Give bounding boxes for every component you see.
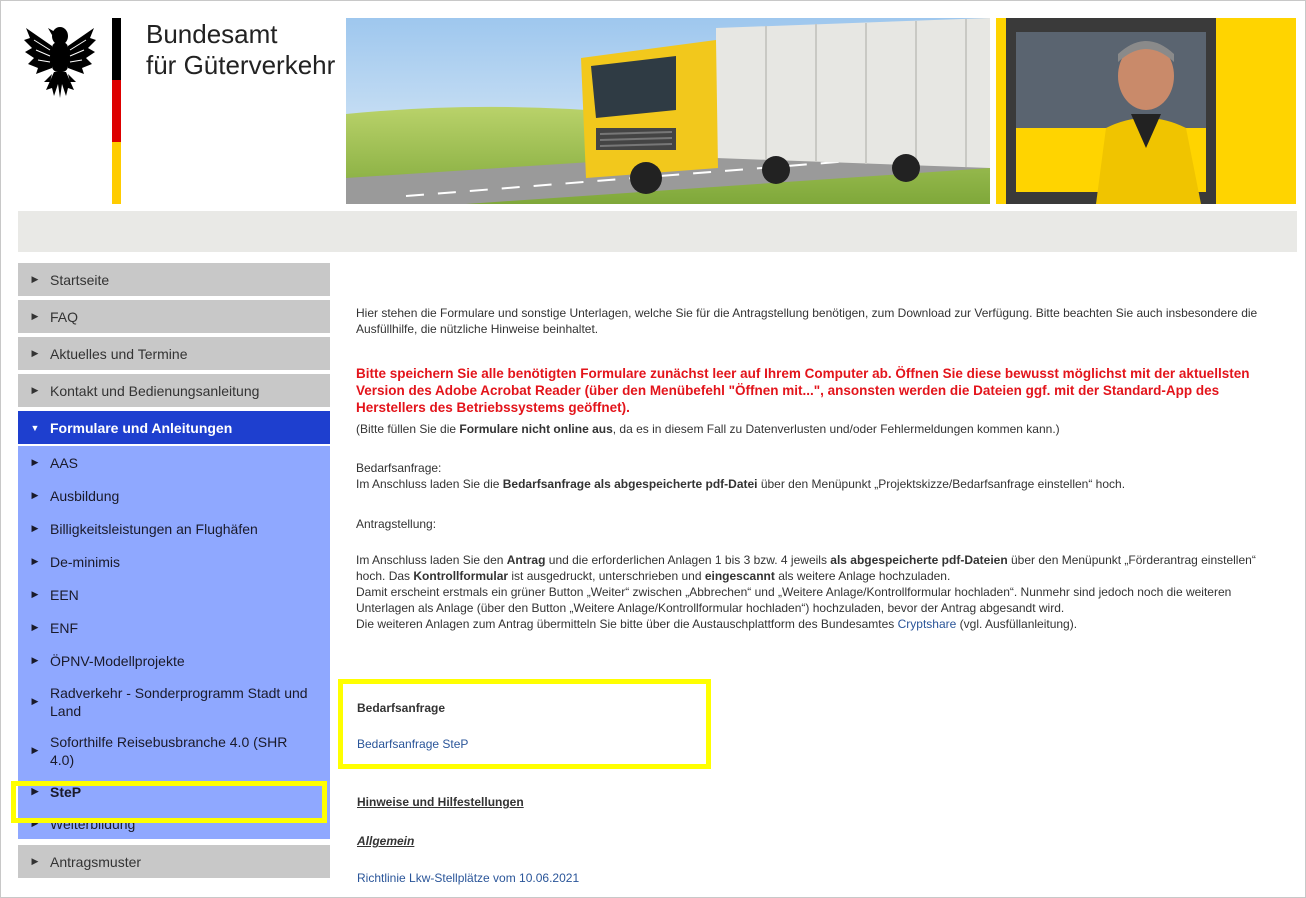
sidebar-item-label: Antragsmuster [50,853,142,870]
sidebar-subitem-ausbildung[interactable]: ▶ Ausbildung [18,479,330,512]
banner-truck-image [346,18,990,204]
intro-text: Hier stehen die Formulare und sonstige U… [356,306,1258,336]
sidebar-item-startseite[interactable]: ▶ Startseite [18,263,330,296]
banner-driver-image [996,18,1296,204]
bedarfsanfrage-step-link[interactable]: Bedarfsanfrage SteP [357,737,468,751]
agency-title-line1: Bundesamt [146,19,278,49]
antrag-p1-h: eingescannt [704,569,775,583]
sidebar-subitem-billigkeitsleistungen[interactable]: ▶ Billigkeitsleistungen an Flughäfen [18,512,330,545]
antrag-p3-before: Die weiteren Anlagen zum Antrag übermitt… [356,617,898,631]
caret-right-icon: ▶ [31,523,39,533]
header-grey-bar [18,211,1297,252]
antrag-paragraph-1: Im Anschluss laden Sie den Antrag und di… [356,552,1276,584]
sidebar-item-label: Ausbildung [50,487,120,504]
note-text-bold: Formulare nicht online aus [459,422,613,436]
sidebar-item-label: Radverkehr - Sonderprogramm Stadt und La… [50,684,308,719]
highlight-step-nav [11,781,327,823]
sidebar-item-label: Startseite [50,271,110,288]
bedarf-text-after: über den Menüpunkt „Projektskizze/Bedarf… [757,477,1126,491]
sidebar-subitem-radverkehr[interactable]: ▶ Radverkehr - Sonderprogramm Stadt und … [18,677,330,726]
bedarfsanfrage-section-title: Bedarfsanfrage [357,701,446,715]
bedarf-text: Im Anschluss laden Sie die Bedarfsanfrag… [356,476,1276,492]
agency-title-line2: für Güterverkehr [146,50,336,80]
antrag-p1-i: als weitere Anlage hochzuladen. [774,569,951,583]
sidebar-subitem-soforthilfe[interactable]: ▶ Soforthilfe Reisebusbranche 4.0 (SHR 4… [18,726,330,775]
sidebar-item-kontakt[interactable]: ▶ Kontakt und Bedienungsanleitung [18,374,330,407]
sidebar-subitem-aas[interactable]: ▶ AAS [18,446,330,479]
antrag-p3-after: (vgl. Ausfüllanleitung). [956,617,1078,631]
sidebar-item-label: Billigkeitsleistungen an Flughäfen [50,520,258,537]
sidebar-item-antragsmuster[interactable]: ▶ Antragsmuster [18,845,330,878]
sidebar-item-faq[interactable]: ▶ FAQ [18,300,330,333]
caret-right-icon: ▶ [31,589,39,599]
sidebar-item-aktuelles[interactable]: ▶ Aktuelles und Termine [18,337,330,370]
sidebar-item-formulare[interactable]: ▼ Formulare und Anleitungen [18,411,330,444]
antrag-p1-a: Im Anschluss laden Sie den [356,553,507,567]
caret-right-icon: ▶ [31,311,39,321]
caret-right-icon: ▶ [31,274,39,284]
sidebar-subitem-oepnv[interactable]: ▶ ÖPNV-Modellprojekte [18,644,330,677]
antrag-p1-g: ist ausgedruckt, unterschrieben und [508,569,705,583]
cryptshare-link[interactable]: Cryptshare [898,617,957,631]
caret-right-icon: ▶ [31,348,39,358]
antrag-text: Im Anschluss laden Sie den Antrag und di… [356,552,1276,632]
antrag-p1-f: Kontrollformular [413,569,509,583]
caret-right-icon: ▶ [31,745,39,755]
note-text: (Bitte füllen Sie die Formulare nicht on… [356,421,1276,437]
antrag-p1-b: Antrag [506,553,546,567]
sidebar-item-label: Soforthilfe Reisebusbranche 4.0 (SHR 4.0… [50,733,288,768]
caret-right-icon: ▶ [31,655,39,665]
note-text-before: (Bitte füllen Sie die [356,422,460,436]
bedarf-text-before: Im Anschluss laden Sie die [356,477,503,491]
antrag-heading: Antragstellung: [356,517,437,531]
sidebar-item-label: Kontakt und Bedienungsanleitung [50,382,260,399]
highlight-bedarfsanfrage-box [338,679,711,769]
caret-right-icon: ▶ [31,457,39,467]
antrag-p1-d: als abgespeicherte pdf-Dateien [830,553,1008,567]
sidebar-item-label: Formulare und Anleitungen [50,419,233,436]
sidebar-item-label: ENF [50,619,78,636]
sidebar-item-label: De-minimis [50,553,120,570]
antrag-paragraph-3: Die weiteren Anlagen zum Antrag übermitt… [356,616,1276,632]
caret-right-icon: ▶ [31,385,39,395]
sidebar-subitem-de-minimis[interactable]: ▶ De-minimis [18,545,330,578]
caret-right-icon: ▶ [31,490,39,500]
bedarf-text-bold: Bedarfsanfrage als abgespeicherte pdf-Da… [502,477,758,491]
federal-eagle-logo[interactable] [22,18,98,100]
sidebar-item-label: FAQ [50,308,79,325]
antrag-p1-c: und die erforderlichen Anlagen 1 bis 3 b… [545,553,831,567]
caret-right-icon: ▶ [31,556,39,566]
allgemein-heading: Allgemein [357,834,415,848]
site-header: Bundesamt für Güterverkehr [0,0,1306,220]
sidebar-subitem-enf[interactable]: ▶ ENF [18,611,330,644]
sidebar-subitem-een[interactable]: ▶ EEN [18,578,330,611]
caret-right-icon: ▶ [31,622,39,632]
sidebar-item-label: AAS [50,454,79,471]
caret-right-icon: ▶ [31,856,39,866]
warning-text: Bitte speichern Sie alle benötigten Form… [356,366,1250,415]
sidebar-item-label: Aktuelles und Termine [50,345,188,362]
flag-stripe [112,18,121,204]
antrag-paragraph-2: Damit erscheint erstmals ein grüner Butt… [356,585,1232,615]
caret-right-icon: ▶ [31,696,39,706]
richtlinie-link[interactable]: Richtlinie Lkw-Stellplätze vom 10.06.202… [357,871,579,885]
hinweise-heading: Hinweise und Hilfestellungen [357,795,524,809]
caret-down-icon: ▼ [30,422,40,433]
bedarf-heading: Bedarfsanfrage: [356,461,442,475]
agency-title[interactable]: Bundesamt für Güterverkehr [146,19,335,81]
sidebar-item-label: ÖPNV-Modellprojekte [50,652,185,669]
note-text-after: , da es in diesem Fall zu Datenverlusten… [612,422,1060,436]
page: Bundesamt für Güterverkehr ▶ Startseite … [0,0,1306,898]
sidebar-item-label: EEN [50,586,79,603]
